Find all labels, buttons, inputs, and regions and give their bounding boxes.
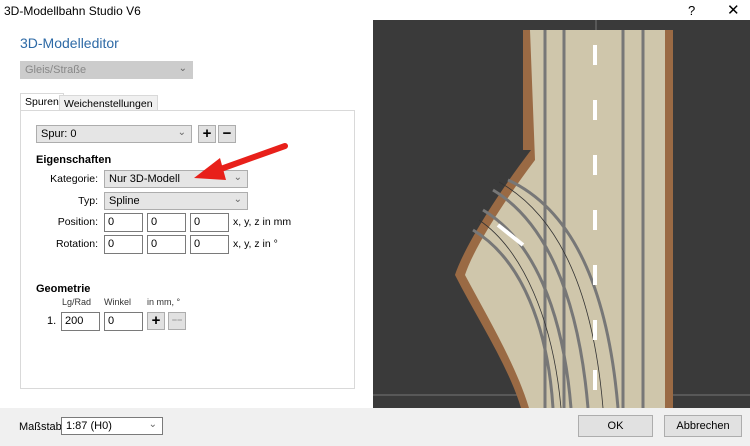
position-unit: x, y, z in mm <box>233 216 292 228</box>
3d-viewport[interactable] <box>373 20 750 408</box>
col-winkel: Winkel <box>104 297 132 307</box>
col-lg-rad: Lg/Rad <box>62 297 92 307</box>
row-index: 1. <box>47 315 57 327</box>
col-unit: in mm, ° <box>147 297 181 307</box>
tab-spuren[interactable]: Spuren <box>20 93 64 111</box>
remove-segment-button[interactable]: −− <box>168 312 186 330</box>
tab-weichenstellungen[interactable]: Weichenstellungen <box>59 95 158 111</box>
typ-label: Typ: <box>78 195 98 207</box>
add-segment-button[interactable]: + <box>147 312 165 330</box>
rotation-unit: x, y, z in ° <box>233 238 278 250</box>
spur-value: Spur: 0 <box>41 128 77 140</box>
scale-value: 1:87 (H0) <box>66 420 112 432</box>
object-type-value: Gleis/Straße <box>25 64 87 76</box>
rotation-z-input[interactable]: 0 <box>190 235 229 254</box>
cancel-button[interactable]: Abbrechen <box>664 415 742 437</box>
position-label: Position: <box>57 216 98 228</box>
window-title: 3D-Modellbahn Studio V6 <box>4 4 141 18</box>
page-title: 3D-Modelleditor <box>20 35 119 51</box>
kategorie-label: Kategorie: <box>50 173 98 185</box>
rotation-y-input[interactable]: 0 <box>147 235 186 254</box>
scale-label: Maßstab: <box>19 421 65 433</box>
typ-select[interactable]: Spline ⌄ <box>104 192 248 210</box>
geometrie-heading: Geometrie <box>36 283 91 295</box>
object-type-select[interactable]: Gleis/Straße ⌄ <box>20 61 193 79</box>
rotation-x-input[interactable]: 0 <box>104 235 143 254</box>
chevron-down-icon: ⌄ <box>177 127 186 138</box>
help-button[interactable]: ? <box>688 3 695 18</box>
typ-value: Spline <box>109 195 140 207</box>
position-z-input[interactable]: 0 <box>190 213 229 232</box>
red-arrow-annotation <box>194 143 288 180</box>
ok-button[interactable]: OK <box>578 415 653 437</box>
chevron-down-icon: ⌄ <box>178 63 187 74</box>
angle-input[interactable]: 0 <box>104 312 143 331</box>
scale-select[interactable]: 1:87 (H0) ⌄ <box>61 417 163 435</box>
chevron-down-icon: ⌄ <box>233 194 242 205</box>
rotation-label: Rotation: <box>55 238 98 250</box>
chevron-down-icon: ⌄ <box>148 419 157 430</box>
eigenschaften-heading: Eigenschaften <box>36 154 112 166</box>
kategorie-value: Nur 3D-Modell <box>109 173 180 185</box>
position-y-input[interactable]: 0 <box>147 213 186 232</box>
close-button[interactable]: ✕ <box>727 1 740 19</box>
spur-select[interactable]: Spur: 0 ⌄ <box>36 125 192 143</box>
position-x-input[interactable]: 0 <box>104 213 143 232</box>
length-input[interactable]: 200 <box>61 312 100 331</box>
